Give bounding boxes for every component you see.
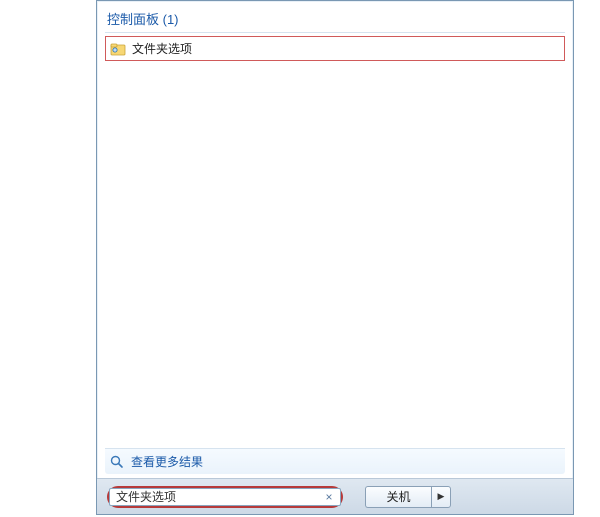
start-menu-search-panel: 控制面板 (1) 文件夹选项 查看更多结果 (96, 0, 574, 515)
search-input[interactable] (116, 490, 320, 504)
magnifier-icon (109, 454, 125, 470)
search-box-highlight: × (107, 486, 343, 508)
folder-options-icon (110, 41, 126, 57)
triangle-right-icon: ▶ (438, 491, 445, 502)
bottom-bar: × 关机 ▶ (97, 478, 573, 514)
see-more-results-label: 查看更多结果 (131, 453, 203, 470)
search-box[interactable]: × (109, 488, 341, 506)
shutdown-button[interactable]: 关机 (365, 486, 431, 508)
results-area: 控制面板 (1) 文件夹选项 (105, 7, 565, 454)
result-item-label: 文件夹选项 (132, 40, 192, 57)
category-header-control-panel: 控制面板 (1) (105, 7, 565, 33)
clear-search-icon[interactable]: × (322, 490, 336, 504)
see-more-results[interactable]: 查看更多结果 (105, 448, 565, 474)
shutdown-split-button: 关机 ▶ (365, 486, 451, 508)
shutdown-options-arrow[interactable]: ▶ (431, 486, 451, 508)
result-item-folder-options[interactable]: 文件夹选项 (105, 36, 565, 61)
